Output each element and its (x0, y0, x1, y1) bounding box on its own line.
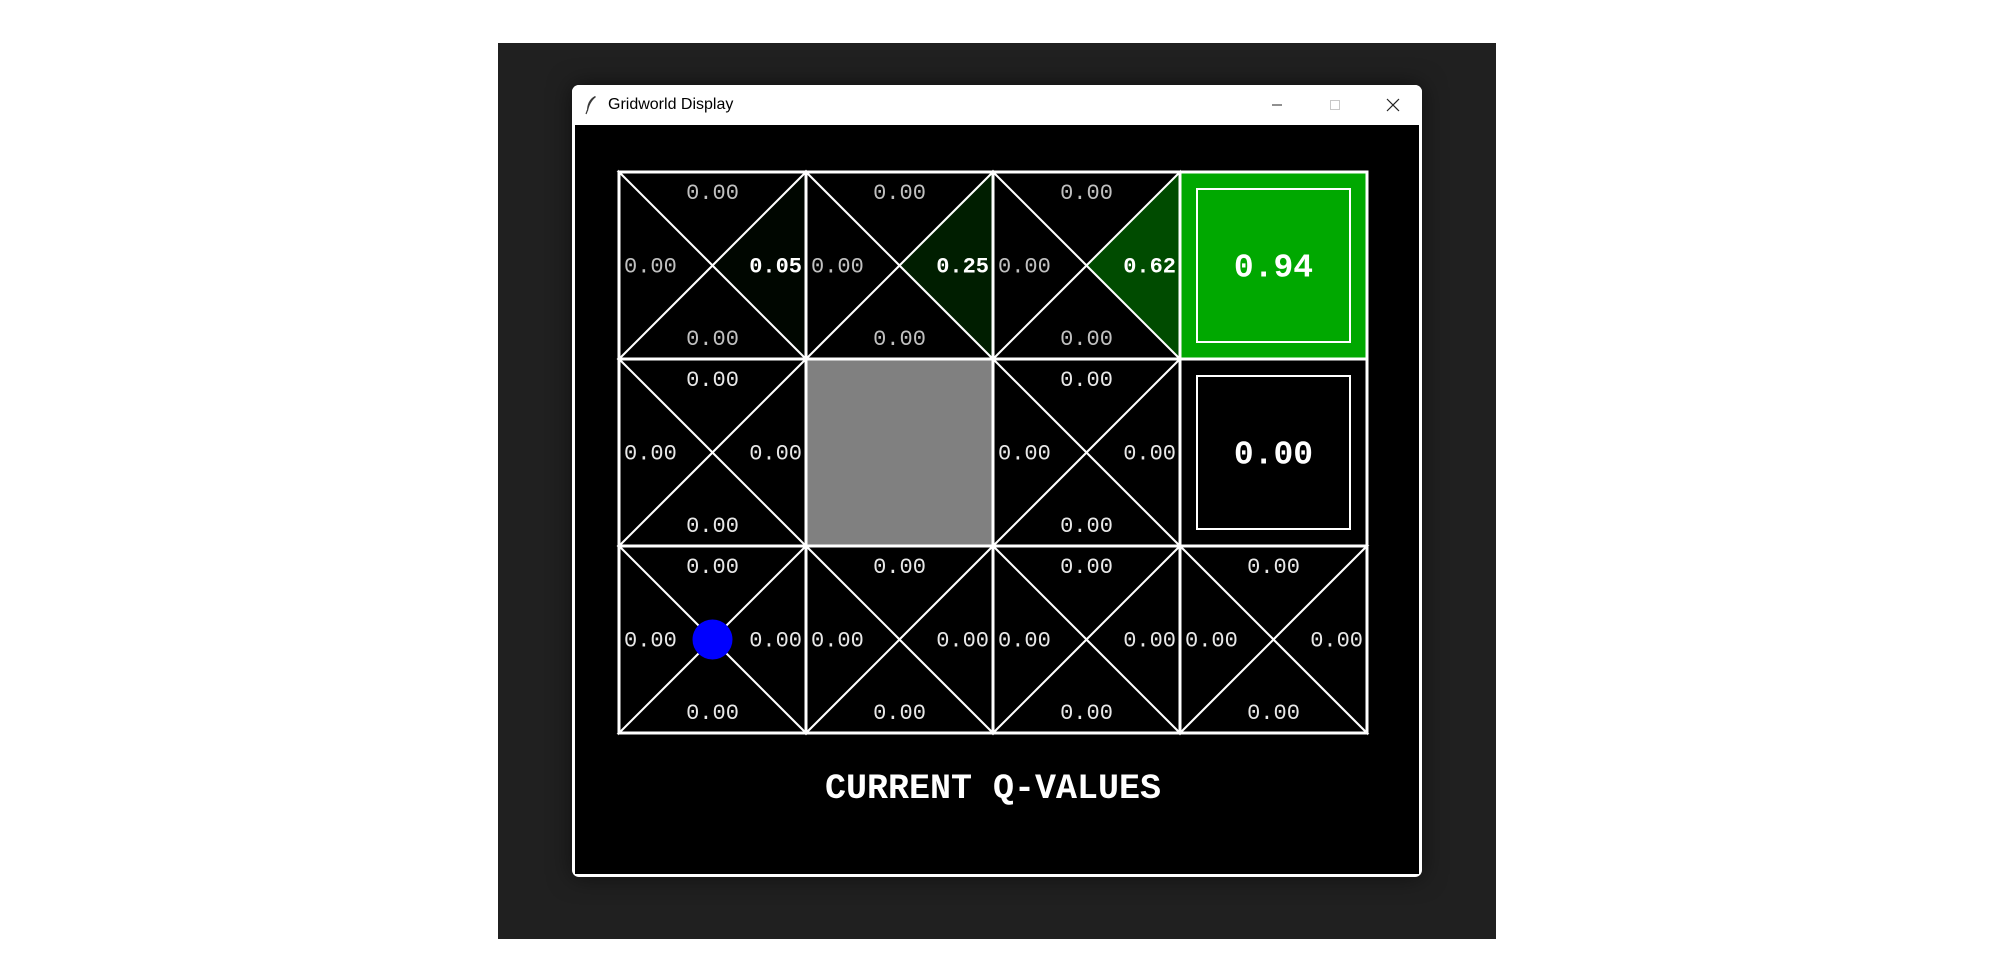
title-bar[interactable]: Gridworld Display (572, 85, 1422, 125)
q-value-east-r2c2: 0.00 (1123, 629, 1176, 654)
q-value-south-r1c0: 0.00 (686, 514, 739, 539)
terminal-value-r0c3: 0.94 (1234, 250, 1313, 287)
q-value-east-r1c0: 0.00 (749, 442, 802, 467)
close-icon (1386, 98, 1400, 112)
q-value-north-r1c2: 0.00 (1060, 368, 1113, 393)
q-value-south-r1c2: 0.00 (1060, 514, 1113, 539)
gridworld-canvas: 0.00 0.00 0.00 0.05 0.00 0.00 0.00 0.25 0.00 0.00… (616, 169, 1370, 809)
q-value-west-r0c0: 0.00 (624, 255, 677, 280)
q-value-north-r0c0: 0.00 (686, 181, 739, 206)
close-button[interactable] (1364, 85, 1422, 125)
q-value-north-r2c3: 0.00 (1247, 555, 1300, 580)
caption-current-q-values: CURRENT Q-VALUES (825, 769, 1161, 809)
q-value-north-r2c2: 0.00 (1060, 555, 1113, 580)
q-value-west-r2c0: 0.00 (624, 629, 677, 654)
maximize-icon (1330, 100, 1340, 110)
q-value-north-r1c0: 0.00 (686, 368, 739, 393)
q-value-east-r0c1: 0.25 (936, 255, 989, 280)
q-value-east-r2c3: 0.00 (1310, 629, 1363, 654)
q-value-west-r0c1: 0.00 (811, 255, 864, 280)
q-value-south-r0c2: 0.00 (1060, 327, 1113, 352)
q-value-east-r0c0: 0.05 (749, 255, 802, 280)
q-value-west-r1c2: 0.00 (998, 442, 1051, 467)
q-value-west-r2c2: 0.00 (998, 629, 1051, 654)
wall-cell (804, 357, 995, 548)
q-value-north-r2c0: 0.00 (686, 555, 739, 580)
agent-marker (692, 619, 733, 660)
minimize-icon (1272, 104, 1282, 106)
q-value-south-r0c0: 0.00 (686, 327, 739, 352)
display-canvas-area: 0.00 0.00 0.00 0.05 0.00 0.00 0.00 0.25 0.00 0.00… (575, 125, 1419, 874)
q-value-east-r0c2: 0.62 (1123, 255, 1176, 280)
feather-icon (585, 96, 596, 115)
gridworld-window: Gridworld Display 0.00 0.00 0.00 0.05 0.00 0.… (572, 85, 1422, 877)
q-value-south-r2c0: 0.00 (686, 701, 739, 726)
q-value-west-r2c3: 0.00 (1185, 629, 1238, 654)
q-value-north-r2c1: 0.00 (873, 555, 926, 580)
q-value-west-r0c2: 0.00 (998, 255, 1051, 280)
q-value-west-r2c1: 0.00 (811, 629, 864, 654)
q-value-east-r1c2: 0.00 (1123, 442, 1176, 467)
q-value-south-r2c1: 0.00 (873, 701, 926, 726)
q-value-south-r2c2: 0.00 (1060, 701, 1113, 726)
q-value-south-r0c1: 0.00 (873, 327, 926, 352)
q-value-south-r2c3: 0.00 (1247, 701, 1300, 726)
window-title: Gridworld Display (608, 96, 734, 113)
q-value-north-r0c1: 0.00 (873, 181, 926, 206)
q-value-east-r2c0: 0.00 (749, 629, 802, 654)
q-value-north-r0c2: 0.00 (1060, 181, 1113, 206)
q-value-west-r1c0: 0.00 (624, 442, 677, 467)
minimize-button[interactable] (1248, 85, 1306, 125)
maximize-button[interactable] (1306, 85, 1364, 125)
terminal-value-r1c3: 0.00 (1234, 437, 1313, 474)
q-value-east-r2c1: 0.00 (936, 629, 989, 654)
